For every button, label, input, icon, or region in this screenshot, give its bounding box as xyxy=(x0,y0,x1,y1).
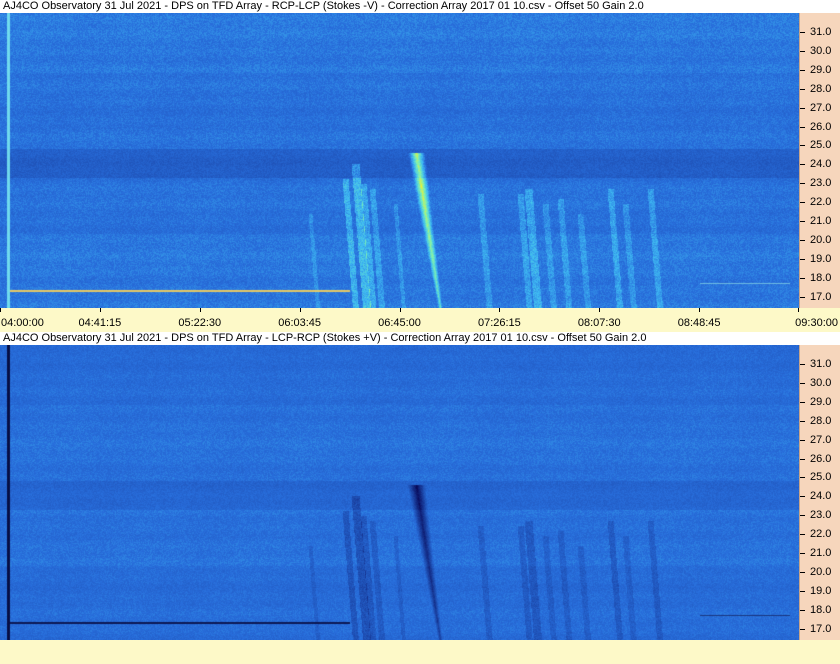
freq-label: 23.0 xyxy=(810,509,832,522)
freq-tick xyxy=(800,401,805,403)
freq-tick xyxy=(800,420,805,422)
time-axis xyxy=(0,640,840,664)
freq-tick xyxy=(800,515,805,517)
freq-label: 28.0 xyxy=(810,414,832,427)
freq-tick xyxy=(800,364,805,365)
time-axis: 04:00:00 04:41:15 05:22:30 06:03:45 06:45:00… xyxy=(0,308,840,332)
freq-label: 18.0 xyxy=(810,603,832,616)
freq-label: 29.0 xyxy=(810,63,832,76)
freq-label: 17.0 xyxy=(810,622,832,635)
time-tick xyxy=(699,308,701,312)
freq-tick xyxy=(800,164,805,166)
freq-label: 26.0 xyxy=(810,452,832,465)
freq-label: 21.0 xyxy=(810,215,832,227)
freq-label: 19.0 xyxy=(810,584,832,597)
freq-label: 30.0 xyxy=(810,376,832,389)
time-label: 05:22:30 xyxy=(178,317,222,329)
freq-label: 24.0 xyxy=(810,158,832,171)
freq-tick xyxy=(800,382,805,384)
frequency-axis: 31.0 30.0 29.0 28.0 27.0 26.0 25.0 24.0 23.0 22.0… xyxy=(799,345,840,640)
frequency-axis: 31.0 30.0 29.0 28.0 27.0 26.0 25.0 24.0 23.0 22.0… xyxy=(799,13,840,308)
freq-label: 27.0 xyxy=(810,101,832,114)
panel-title: AJ4CO Observatory 31 Jul 2021 - DPS on T… xyxy=(0,332,840,345)
freq-label: 30.0 xyxy=(810,44,832,57)
freq-label: 24.0 xyxy=(810,490,832,503)
freq-label: 25.0 xyxy=(810,471,832,484)
time-label: 08:07:30 xyxy=(577,317,621,329)
freq-tick xyxy=(800,534,805,536)
freq-tick xyxy=(800,50,805,52)
freq-tick xyxy=(800,202,805,204)
freq-tick xyxy=(800,183,805,185)
freq-tick xyxy=(800,32,805,33)
freq-tick xyxy=(800,628,805,630)
freq-tick xyxy=(800,221,805,222)
freq-label: 28.0 xyxy=(810,82,832,95)
time-tick xyxy=(99,308,101,312)
spectrogram-panel-top: AJ4CO Observatory 31 Jul 2021 - DPS on T… xyxy=(0,0,840,332)
freq-tick xyxy=(800,590,805,592)
time-tick xyxy=(499,308,501,312)
freq-label: 27.0 xyxy=(810,433,832,446)
freq-label: 20.0 xyxy=(810,565,832,578)
freq-label: 18.0 xyxy=(810,271,832,284)
freq-label: 25.0 xyxy=(810,139,832,152)
freq-tick xyxy=(800,571,805,573)
freq-tick xyxy=(800,553,805,554)
freq-label: 23.0 xyxy=(810,177,832,190)
time-label: 09:30:00 xyxy=(795,317,838,329)
freq-tick xyxy=(800,88,805,90)
freq-tick xyxy=(800,296,805,298)
freq-label: 17.0 xyxy=(810,290,832,303)
freq-tick xyxy=(800,239,805,241)
freq-label: 22.0 xyxy=(810,528,832,541)
spectrogram-image[interactable] xyxy=(0,13,799,308)
freq-tick xyxy=(800,258,805,260)
time-label: 07:26:15 xyxy=(477,317,521,329)
spectrogram-panel-bottom: AJ4CO Observatory 31 Jul 2021 - DPS on T… xyxy=(0,332,840,664)
freq-tick xyxy=(800,145,805,147)
freq-label: 29.0 xyxy=(810,395,832,408)
freq-label: 19.0 xyxy=(810,252,832,265)
time-label: 08:48:45 xyxy=(677,317,721,329)
freq-tick xyxy=(800,126,805,128)
time-tick xyxy=(0,308,1,312)
freq-label: 31.0 xyxy=(810,358,832,370)
spectrogram-image[interactable] xyxy=(0,345,799,640)
time-label: 04:00:00 xyxy=(1,317,44,329)
freq-tick xyxy=(800,107,805,109)
freq-label: 20.0 xyxy=(810,233,832,246)
time-tick xyxy=(299,308,301,312)
freq-tick xyxy=(800,496,805,498)
freq-label: 31.0 xyxy=(810,26,832,38)
freq-tick xyxy=(800,277,805,279)
freq-label: 22.0 xyxy=(810,196,832,209)
time-tick xyxy=(599,308,601,312)
freq-label: 21.0 xyxy=(810,547,832,559)
freq-label: 26.0 xyxy=(810,120,832,133)
time-label: 06:03:45 xyxy=(278,317,322,329)
freq-tick xyxy=(800,69,805,71)
freq-tick xyxy=(800,458,805,460)
time-label: 06:45:00 xyxy=(378,317,421,329)
time-label: 04:41:15 xyxy=(78,317,122,329)
freq-tick xyxy=(800,477,805,479)
panel-title: AJ4CO Observatory 31 Jul 2021 - DPS on T… xyxy=(0,0,840,13)
time-tick xyxy=(399,308,401,312)
freq-tick xyxy=(800,439,805,441)
time-tick xyxy=(199,308,201,312)
freq-tick xyxy=(800,609,805,611)
time-tick xyxy=(798,308,799,312)
